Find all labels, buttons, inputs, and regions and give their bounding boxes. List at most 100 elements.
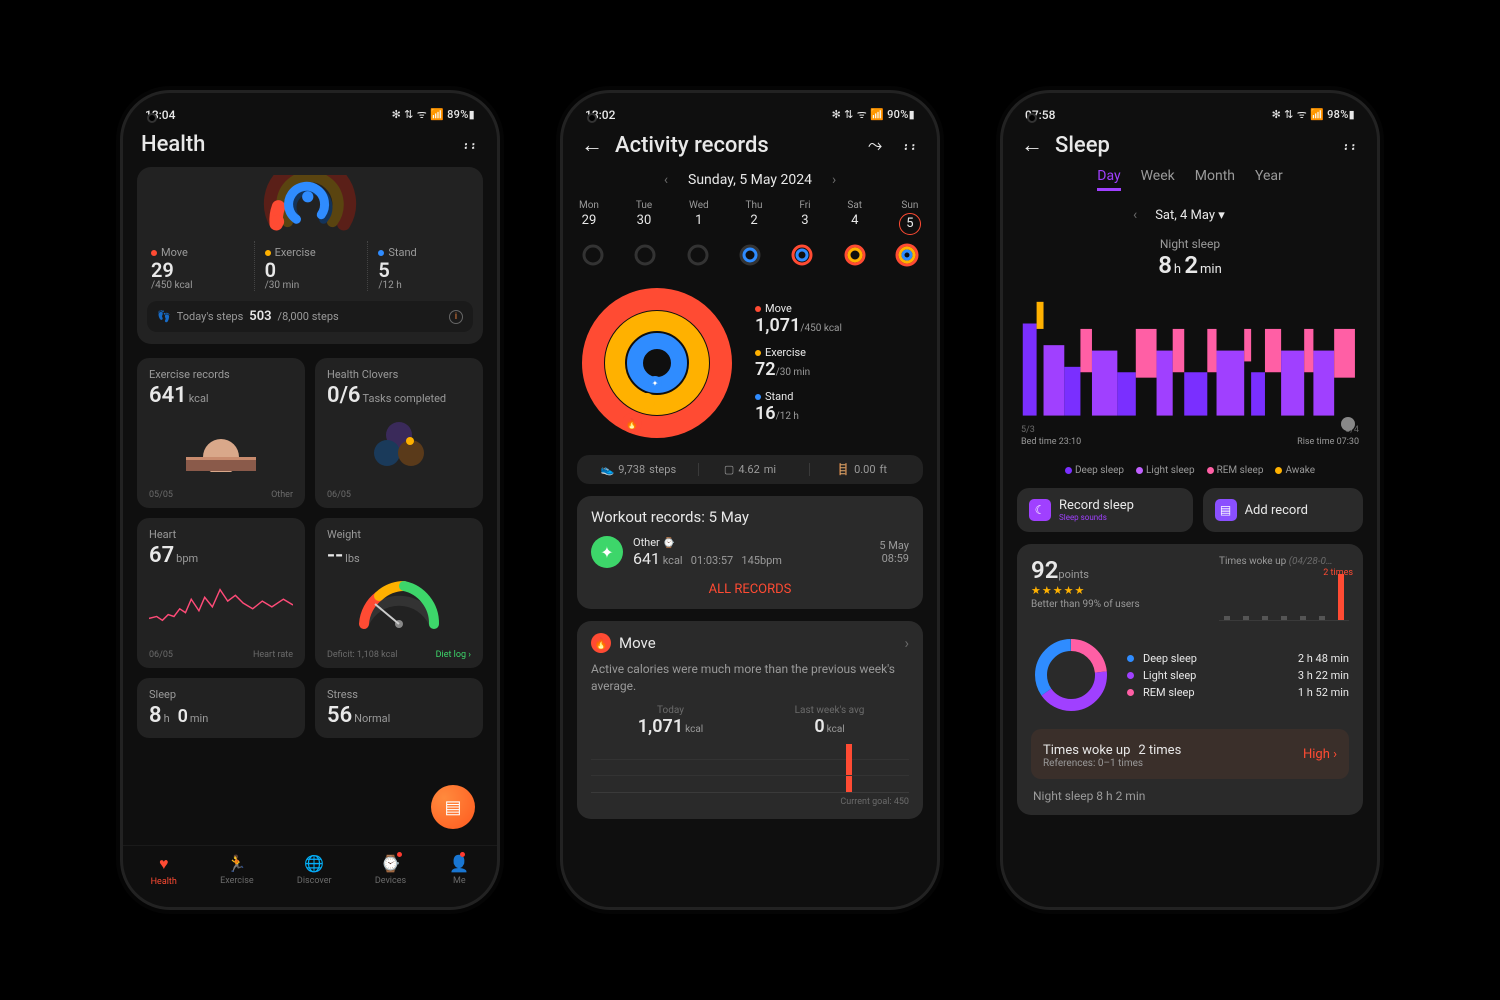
exercise-value: 72 <box>755 359 776 380</box>
tile-unit: kcal <box>189 392 209 405</box>
menu-icon[interactable]: ᎓᎓ <box>464 135 479 154</box>
nav-exercise[interactable]: 🏃Exercise <box>220 854 254 887</box>
tile-health-clovers[interactable]: Health Clovers 0/6Tasks completed 06/05 <box>315 358 483 508</box>
workout-date: 5 May <box>879 539 909 552</box>
flame-icon: 🔥 <box>591 633 611 653</box>
tile-value: 0/6 <box>327 383 361 408</box>
menu-icon[interactable]: ᎓᎓ <box>1344 136 1359 155</box>
woke-banner[interactable]: Times woke up 2 timesReferences: 0–1 tim… <box>1031 729 1349 779</box>
gauge-icon <box>327 574 471 634</box>
runner-icon: 🏃 <box>227 854 247 873</box>
move-goal: Current goal: 450 <box>591 797 909 807</box>
back-icon[interactable]: ← <box>581 132 603 158</box>
sleep-stages-chart[interactable] <box>1017 291 1363 421</box>
tab-day[interactable]: Day <box>1097 168 1120 191</box>
slider-handle[interactable] <box>1341 417 1355 431</box>
status-indicators: ✻ ⇅ ᯤ 📶 98%▮ <box>1272 107 1355 122</box>
stairs-icon: 🪜 <box>836 463 850 476</box>
tile-label: Health Clovers <box>327 368 471 381</box>
tile-value2: 0 <box>178 706 188 727</box>
nav-me[interactable]: 👤Me <box>449 854 469 887</box>
back-icon[interactable]: ← <box>1021 132 1043 158</box>
range-tabs: Day Week Month Year <box>1017 168 1363 191</box>
move-card[interactable]: 🔥Move› Active calories were much more th… <box>577 621 923 819</box>
tile-weight[interactable]: Weight --lbs Deficit: 1,108 kcalDiet log… <box>315 518 483 668</box>
day-mon[interactable]: Mon29 <box>579 200 599 235</box>
chevron-left-icon[interactable]: ‹ <box>1129 203 1141 227</box>
score-value: 92 <box>1031 556 1058 584</box>
chevron-left-icon[interactable]: ‹ <box>660 168 672 192</box>
today-value: 1,071 <box>638 716 683 737</box>
heart-chart <box>149 579 293 629</box>
exercise-label: Exercise <box>765 346 806 359</box>
tile-heart[interactable]: Heart 67bpm 06/05Heart rate <box>137 518 305 668</box>
activity-rings-icon <box>147 175 473 235</box>
add-record-button[interactable]: ▤Add record <box>1203 488 1363 532</box>
tab-year[interactable]: Year <box>1255 168 1283 191</box>
night-sleep-row[interactable]: Night sleep 8 h 2 min <box>1031 789 1349 803</box>
date-label[interactable]: Sunday, 5 May 2024 <box>688 172 812 188</box>
heart-icon: ♥ <box>159 854 169 874</box>
banner-status: High <box>1303 747 1330 762</box>
camera-cutout <box>1027 113 1037 123</box>
note-icon: ▤ <box>444 797 461 818</box>
tile-stress[interactable]: Stress 56Normal <box>315 678 483 738</box>
rem-value: 1 h 52 min <box>1298 686 1349 699</box>
tab-week[interactable]: Week <box>1141 168 1175 191</box>
tab-month[interactable]: Month <box>1195 168 1235 191</box>
banner-count: 2 times <box>1138 743 1181 758</box>
chevron-right-icon: › <box>1333 747 1337 762</box>
status-bar: 13:04 ✻ ⇅ ᯤ 📶 89%▮ <box>123 93 497 126</box>
day-tue[interactable]: Tue30 <box>636 200 652 235</box>
stand-label: Stand <box>388 246 416 259</box>
day-thu[interactable]: Thu2 <box>746 200 763 235</box>
move-label: Move <box>765 302 792 315</box>
tile-label: Weight <box>327 528 471 541</box>
sleep-score-card[interactable]: 92points ★★★★★ Better than 99% of users … <box>1017 544 1363 815</box>
activity-rings-card[interactable]: Move29/450 kcal Exercise0/30 min Stand5/… <box>137 167 483 344</box>
date-picker[interactable]: Sat, 4 May ▾ <box>1155 208 1225 223</box>
day-sun[interactable]: Sun5 <box>899 200 921 235</box>
record-sleep-button[interactable]: ☾Record sleepSleep sounds <box>1017 488 1193 532</box>
globe-icon: 🌐 <box>304 854 324 873</box>
nav-devices[interactable]: ⌚Devices <box>375 854 406 887</box>
nav-discover[interactable]: 🌐Discover <box>297 854 332 887</box>
all-records-link[interactable]: ALL RECORDS <box>591 582 909 597</box>
tile-value: 67 <box>149 543 174 568</box>
stand-value: 16 <box>755 403 776 424</box>
page-title: Health <box>141 132 452 157</box>
move-title: Move <box>619 634 656 652</box>
exercise-label: Exercise <box>275 246 316 259</box>
stand-label: Stand <box>765 390 793 403</box>
workout-records-card[interactable]: Workout records: 5 May ✦ Other ⌚ 641 kca… <box>577 496 923 609</box>
tile-sleep[interactable]: Sleep 8h 0min <box>137 678 305 738</box>
chevron-right-icon[interactable]: › <box>828 168 840 192</box>
stand-goal: /12 h <box>776 411 799 422</box>
axis-left: 5/3 <box>1021 425 1035 435</box>
nav-health[interactable]: ♥Health <box>151 854 177 887</box>
bottom-nav: ♥Health 🏃Exercise 🌐Discover ⌚Devices 👤Me <box>123 845 497 907</box>
day-sat[interactable]: Sat4 <box>847 200 862 235</box>
page-title: Activity records <box>615 133 856 158</box>
status-indicators: ✻ ⇅ ᯤ 📶 90%▮ <box>832 107 915 122</box>
person-activity-icon: ✦ <box>591 536 623 568</box>
tile-exercise-records[interactable]: Exercise records 641kcal 05/05Other <box>137 358 305 508</box>
fab-button[interactable]: ▤ <box>431 785 475 829</box>
tile-value: 56 <box>327 703 352 728</box>
menu-icon[interactable]: ᎓᎓ <box>904 136 919 155</box>
diet-log-link[interactable]: Diet log › <box>436 650 471 660</box>
tile-value: 641 <box>149 383 187 408</box>
deep-value: 2 h 48 min <box>1298 652 1349 665</box>
stats-bar[interactable]: 👟9,738steps ▢4.62mi 🪜0.00ft <box>577 455 923 484</box>
map-icon: ▢ <box>724 463 734 476</box>
route-icon[interactable]: ⤳ <box>868 135 882 156</box>
tile-label: Sleep <box>149 688 293 701</box>
phone-health: 13:04 ✻ ⇅ ᯤ 📶 89%▮ Health ᎓᎓ Move29/450 … <box>120 90 500 910</box>
svg-text:🔥: 🔥 <box>626 417 638 430</box>
day-fri[interactable]: Fri3 <box>799 200 810 235</box>
day-wed[interactable]: Wed1 <box>689 200 709 235</box>
info-icon[interactable]: i <box>449 310 463 324</box>
tile-unit: Normal <box>354 712 390 725</box>
workout-kcal: 641 <box>633 549 660 568</box>
steps-banner[interactable]: 👣 Today's steps 503 /8,000 steps i <box>147 301 473 332</box>
